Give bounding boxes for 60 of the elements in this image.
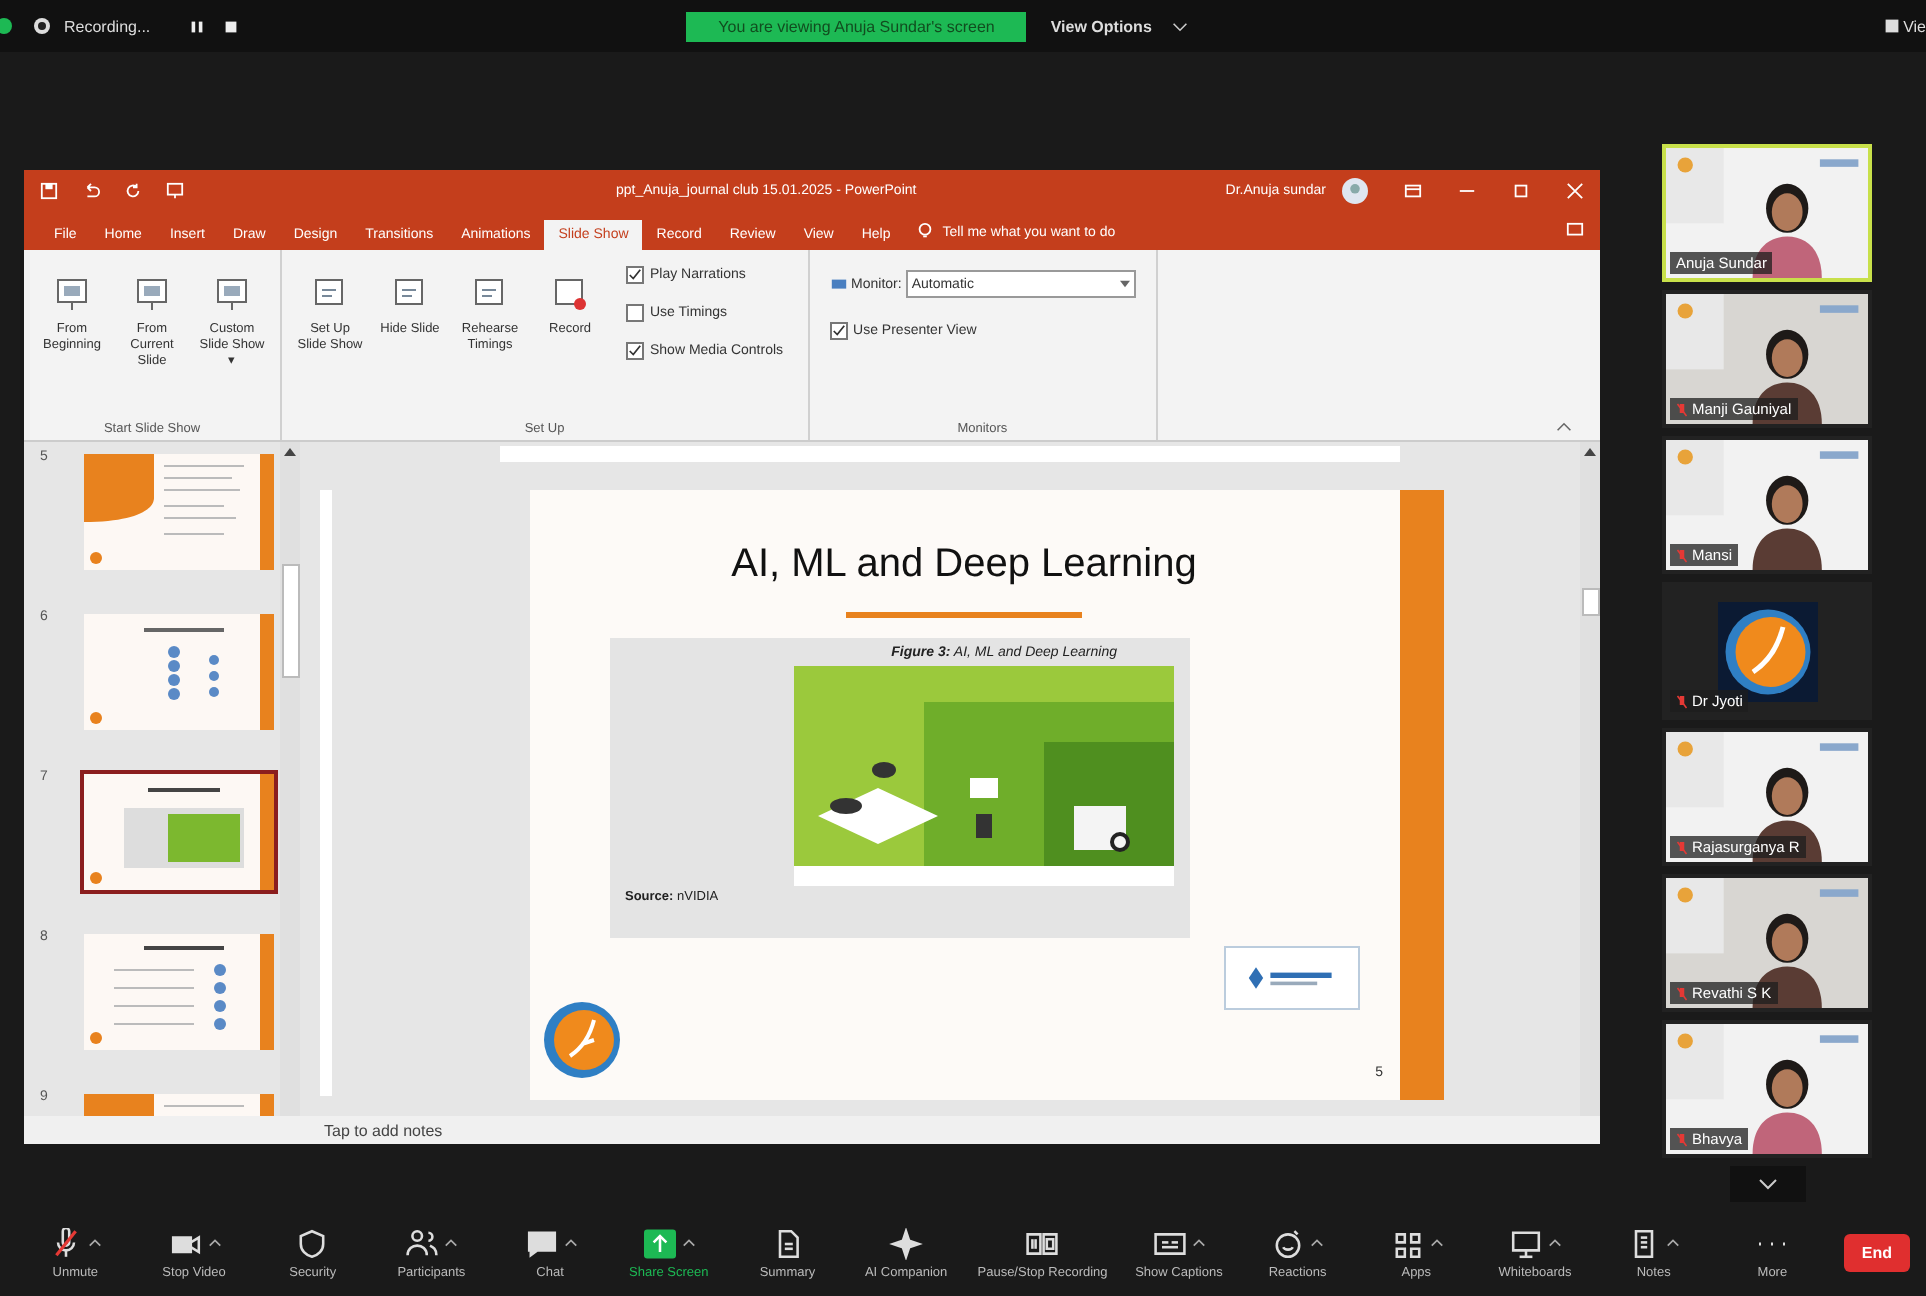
caret-icon[interactable] <box>444 1238 459 1248</box>
slide-thumbnail[interactable] <box>80 770 278 894</box>
scrollbar-thumb[interactable] <box>281 564 299 678</box>
share-screen-icon <box>641 1227 678 1259</box>
redo-icon[interactable] <box>124 181 142 199</box>
logo-icon <box>541 1000 621 1080</box>
pause-icon <box>188 17 207 35</box>
slide-icon <box>212 274 252 314</box>
pause-stop-icon <box>1024 1227 1061 1259</box>
recording-status: Recording... <box>64 17 151 35</box>
caret-icon[interactable] <box>1310 1238 1325 1248</box>
caret-icon[interactable] <box>1429 1238 1444 1248</box>
captions-icon <box>1151 1227 1188 1259</box>
caret-icon[interactable] <box>563 1238 578 1248</box>
scroll-up-icon[interactable] <box>1584 448 1596 456</box>
dropdown-arrow-icon <box>1119 280 1130 288</box>
lightbulb-icon <box>916 222 935 240</box>
present-icon[interactable] <box>166 181 184 199</box>
scrollbar-thumb[interactable] <box>1581 588 1599 616</box>
scroll-up-icon[interactable] <box>284 448 296 456</box>
view-button[interactable]: Vie <box>1883 17 1926 35</box>
slide-thumbnail[interactable] <box>80 450 278 574</box>
people-icon <box>404 1227 441 1259</box>
record-icon <box>550 274 590 314</box>
checkmark-icon <box>628 344 642 358</box>
caret-icon[interactable] <box>207 1238 222 1248</box>
avatar-icon[interactable] <box>1342 177 1368 203</box>
undo-icon[interactable] <box>82 181 100 199</box>
caret-icon[interactable] <box>88 1238 103 1248</box>
square-icon <box>1883 18 1900 34</box>
slide-title: AI, ML and Deep Learning <box>731 542 1197 588</box>
ribbon-display-icon[interactable] <box>1404 181 1422 199</box>
sparkle-icon <box>888 1227 925 1259</box>
collapse-ribbon-icon[interactable] <box>1556 422 1572 432</box>
stop-icon <box>222 17 241 35</box>
close-icon[interactable] <box>1566 181 1584 199</box>
slide-thumbnail[interactable] <box>80 930 278 1054</box>
caret-icon <box>1171 21 1188 31</box>
lab-logo-icon <box>1223 946 1360 1010</box>
comment-icon[interactable] <box>1566 222 1584 240</box>
checkmark-icon <box>831 324 846 338</box>
whiteboard-icon <box>1508 1227 1544 1259</box>
viewing-banner: You are viewing Anuja Sundar's screen <box>686 11 1027 41</box>
caret-icon[interactable] <box>1191 1238 1206 1248</box>
end-button[interactable]: End <box>1843 1234 1910 1272</box>
view-options-button[interactable]: View Options <box>1038 11 1200 41</box>
slide-icon <box>132 274 172 314</box>
chat-icon <box>523 1227 560 1259</box>
record-icon <box>32 16 52 36</box>
slide-thumbnail[interactable] <box>80 610 278 734</box>
caret-icon[interactable] <box>681 1238 696 1248</box>
slide-icon <box>52 274 92 314</box>
monitor-icon <box>829 275 848 293</box>
chevron-down-icon <box>1757 1178 1777 1190</box>
notes-placeholder[interactable]: Tap to add notes <box>324 1121 443 1139</box>
caret-icon[interactable] <box>1548 1238 1562 1248</box>
save-icon[interactable] <box>40 181 58 199</box>
restore-icon[interactable] <box>1512 181 1530 199</box>
checkmark-icon <box>628 268 642 282</box>
caret-icon[interactable] <box>1666 1238 1681 1248</box>
